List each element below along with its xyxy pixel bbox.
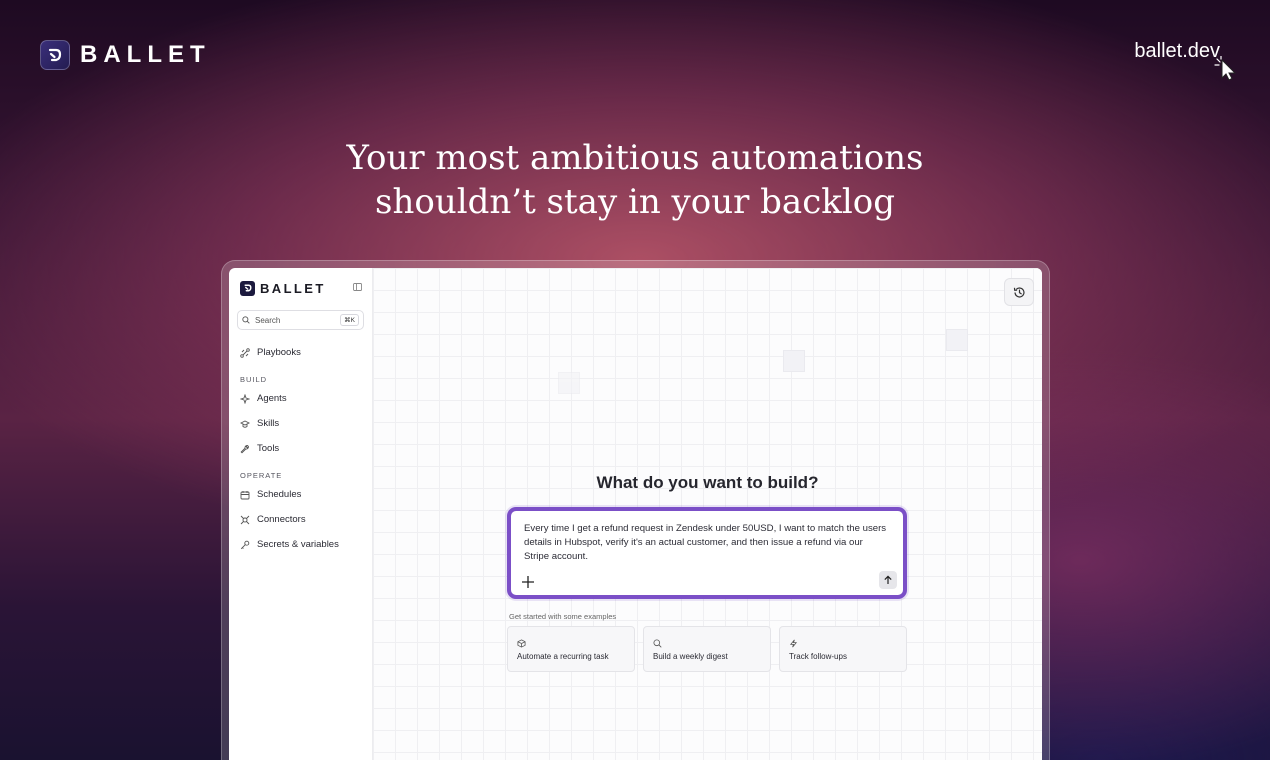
sidebar-item-label: Tools <box>257 443 280 454</box>
brand-logo[interactable]: BALLET <box>40 40 211 70</box>
headline-line-1: Your most ambitious automations <box>346 138 924 178</box>
search-icon <box>242 316 250 324</box>
sidebar-item-schedules[interactable]: Schedules <box>237 482 364 507</box>
key-icon <box>240 540 250 549</box>
brand-name: BALLET <box>80 41 211 68</box>
prompt-text[interactable]: Every time I get a refund request in Zen… <box>524 522 889 564</box>
search-placeholder: Search <box>255 315 281 325</box>
example-label: Track follow-ups <box>789 652 847 661</box>
arrow-up-icon <box>884 575 892 584</box>
sidebar: BALLET Search ⌘K Playbooks BUILD Agents … <box>229 268 373 760</box>
tools-icon <box>240 444 249 453</box>
sidebar-item-label: Schedules <box>257 489 302 500</box>
example-label: Automate a recurring task <box>517 652 609 661</box>
sidebar-item-playbooks[interactable]: Playbooks <box>237 340 364 365</box>
builder-canvas: What do you want to build? Every time I … <box>373 268 1042 760</box>
example-card-recurring-task[interactable]: Automate a recurring task <box>507 626 635 672</box>
headline-line-2: shouldn’t stay in your backlog <box>375 182 895 222</box>
sidebar-brand-name: BALLET <box>260 280 326 296</box>
add-attachment-icon[interactable] <box>521 575 535 589</box>
search-icon <box>653 639 662 648</box>
sidebar-item-label: Skills <box>257 418 280 429</box>
example-label: Build a weekly digest <box>653 652 728 661</box>
skills-icon <box>240 419 250 428</box>
sidebar-item-skills[interactable]: Skills <box>237 411 364 436</box>
nav-group-operate: OPERATE <box>240 471 283 480</box>
send-button[interactable] <box>879 571 897 589</box>
history-button[interactable] <box>1004 278 1034 306</box>
example-card-weekly-digest[interactable]: Build a weekly digest <box>643 626 771 672</box>
nav-group-build: BUILD <box>240 375 268 384</box>
calendar-icon <box>240 490 250 499</box>
prompt-input[interactable]: Every time I get a refund request in Zen… <box>507 507 907 599</box>
sidebar-item-secrets[interactable]: Secrets & variables <box>237 532 364 557</box>
bolt-icon <box>789 639 798 648</box>
grid-tile <box>783 350 805 372</box>
search-shortcut-badge: ⌘K <box>340 314 359 326</box>
grid-tile <box>946 329 968 351</box>
grid-tile <box>558 372 580 394</box>
history-icon <box>1013 286 1025 298</box>
sidebar-item-connectors[interactable]: Connectors <box>237 507 364 532</box>
ballet-logo-icon <box>40 40 70 70</box>
agents-icon <box>240 393 250 404</box>
sidebar-item-label: Connectors <box>257 514 306 525</box>
sidebar-collapse-icon[interactable] <box>353 283 362 291</box>
prompt-title: What do you want to build? <box>596 473 819 492</box>
sidebar-item-tools[interactable]: Tools <box>237 436 364 461</box>
sidebar-brand[interactable]: BALLET <box>240 280 364 296</box>
headline: Your most ambitious automations shouldn’… <box>0 136 1270 224</box>
sidebar-item-label: Secrets & variables <box>257 539 339 550</box>
ballet-logo-icon <box>240 280 255 296</box>
example-card-follow-ups[interactable]: Track follow-ups <box>779 626 907 672</box>
examples-label: Get started with some examples <box>509 612 617 621</box>
sidebar-item-label: Playbooks <box>257 347 301 358</box>
sidebar-item-agents[interactable]: Agents <box>237 386 364 411</box>
search-input[interactable]: Search ⌘K <box>237 310 364 330</box>
examples-list: Automate a recurring task Build a weekly… <box>507 626 907 672</box>
playbooks-icon <box>240 347 250 358</box>
cube-icon <box>517 639 526 648</box>
sidebar-item-label: Agents <box>257 393 287 404</box>
site-link[interactable]: ballet.dev <box>1134 40 1220 63</box>
pointer-cursor-icon <box>1214 56 1237 81</box>
connectors-icon <box>240 515 250 524</box>
app-window: BALLET Search ⌘K Playbooks BUILD Agents … <box>229 268 1042 760</box>
